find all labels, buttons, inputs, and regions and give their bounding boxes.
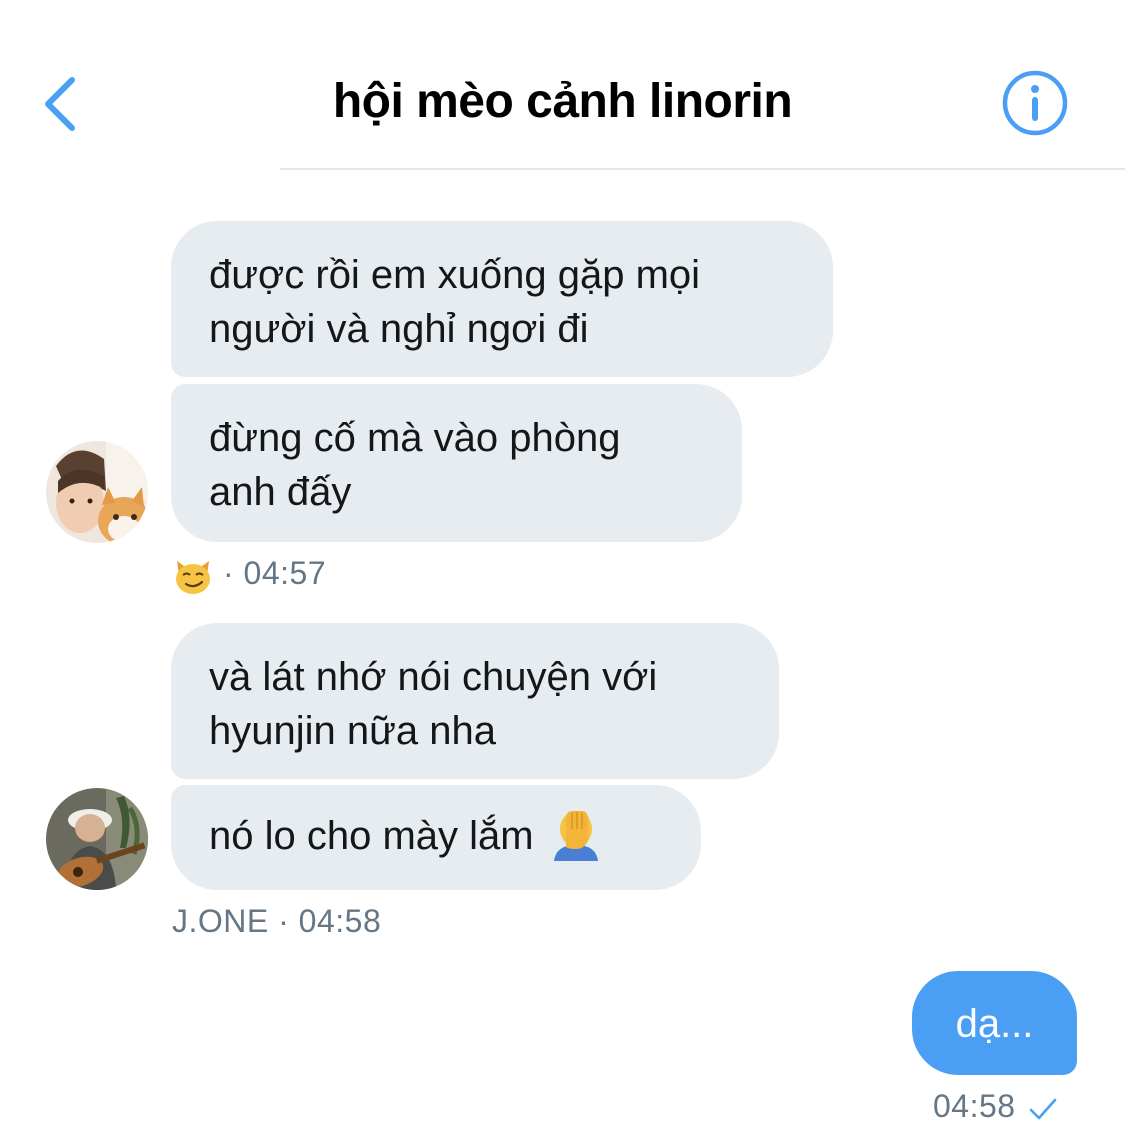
- sender-avatar[interactable]: [46, 788, 148, 890]
- message-bubble[interactable]: được rồi em xuống gặp mọi người và nghỉ …: [171, 221, 833, 377]
- message-meta: 04:58: [933, 1088, 1058, 1125]
- info-button[interactable]: [1000, 68, 1070, 138]
- message-text: nó lo cho mày lắm: [209, 814, 534, 858]
- message-meta: J.ONE · 04:58: [172, 903, 381, 940]
- message-timestamp: 04:58: [933, 1088, 1016, 1124]
- message-bubble[interactable]: và lát nhớ nói chuyện với hyunjin nữa nh…: [171, 623, 779, 779]
- message-bubble[interactable]: nó lo cho mày lắm: [171, 785, 701, 890]
- back-button[interactable]: [38, 72, 88, 136]
- avatar-photo-guitar-player: [46, 788, 148, 890]
- smirking-cat-icon: [176, 560, 210, 594]
- sent-check-icon: [1029, 1098, 1056, 1119]
- message-bubble-outgoing[interactable]: dạ...: [912, 971, 1077, 1075]
- message-sender-and-timestamp: J.ONE · 04:58: [172, 903, 382, 939]
- avatar-photo-boy-with-cat: [46, 441, 148, 543]
- chevron-left-icon: [45, 77, 75, 131]
- message-bubble[interactable]: đừng cố mà vào phòng anh đấy: [171, 384, 742, 542]
- header-divider: [280, 168, 1125, 170]
- sender-avatar[interactable]: [46, 441, 148, 543]
- message-timestamp: · 04:57: [223, 555, 327, 591]
- message-meta: · 04:57: [173, 555, 326, 595]
- facepalm-icon: [553, 811, 598, 862]
- conversation-title[interactable]: hội mèo cảnh linorin: [200, 74, 925, 129]
- conversation-header: hội mèo cảnh linorin: [0, 0, 1125, 168]
- info-icon: [1002, 70, 1068, 136]
